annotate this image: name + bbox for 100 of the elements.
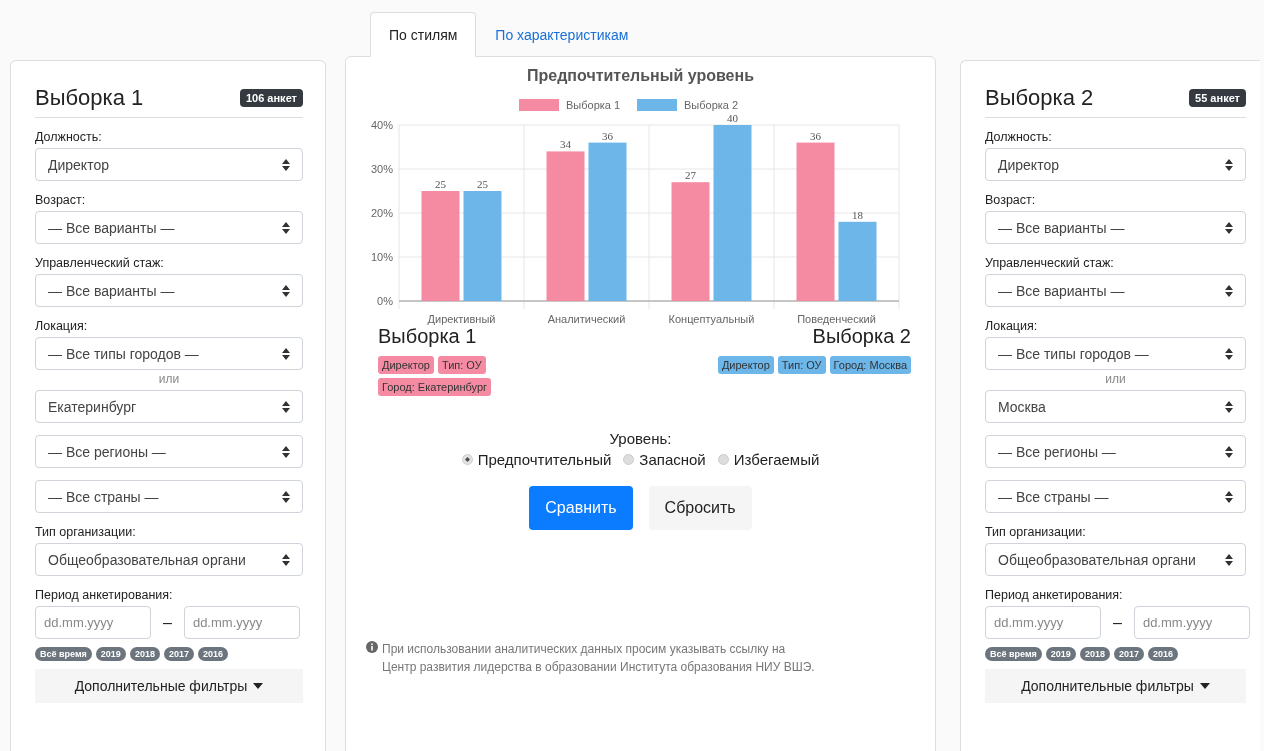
select-field[interactable]: Москва	[985, 390, 1246, 423]
sample-heading: Выборка 1	[378, 325, 478, 348]
panel-title: Выборка 2	[985, 85, 1094, 111]
updown-icon	[1225, 347, 1233, 360]
select-field[interactable]: — Все страны —	[985, 480, 1246, 513]
legend-label: Выборка 1	[566, 99, 621, 111]
date-field[interactable]: dd.mm.yyyy	[35, 606, 151, 639]
period-chip[interactable]: 2018	[1079, 647, 1110, 661]
updown-icon	[282, 553, 290, 566]
caret-icon	[253, 683, 264, 689]
field-label: Тип организации:	[35, 525, 137, 539]
filter-tag: Тип: ОУ	[777, 356, 826, 374]
count-badge: 55 анкет	[1189, 89, 1246, 107]
data-label: 18	[852, 208, 863, 221]
period-chip[interactable]: Всё время	[985, 647, 1042, 661]
select-field[interactable]: Общеобразовательная органи	[35, 543, 303, 576]
updown-icon	[1225, 284, 1233, 297]
select-field[interactable]: — Все типы городов —	[985, 337, 1246, 370]
reset-button[interactable]: Сбросить	[648, 486, 752, 530]
data-label: 25	[435, 178, 446, 190]
more-filters-button[interactable]: Дополнительные фильтры	[985, 669, 1246, 703]
radio-icon[interactable]	[717, 454, 729, 465]
more-filters-button[interactable]: Дополнительные фильтры	[35, 669, 303, 703]
field-label: Должность:	[35, 130, 103, 144]
updown-icon	[1225, 221, 1233, 234]
select-field[interactable]: — Все страны —	[35, 480, 303, 513]
data-label: 40	[727, 112, 738, 124]
level-label: Уровень:	[608, 430, 673, 447]
filter-tag: Тип: ОУ	[437, 356, 486, 374]
select-field[interactable]: — Все регионы —	[35, 435, 303, 468]
axis-label: 20%	[370, 207, 393, 219]
updown-icon	[1225, 400, 1233, 413]
radio-option[interactable]: Предпочтительный	[461, 451, 612, 468]
caret-icon	[1199, 683, 1210, 689]
select-field[interactable]: Директор	[985, 148, 1246, 181]
filter-tag: Директор	[717, 356, 774, 374]
data-label: 25	[477, 178, 488, 190]
citation-note: При использовании аналитических данных просим указывать ссылку на Центр развития лидерства в образовании Института образования НИУ ВШЭ.	[382, 641, 815, 676]
period-chip[interactable]: 2016	[1147, 647, 1178, 661]
updown-icon	[282, 400, 290, 413]
select-field[interactable]: — Все типы городов —	[35, 337, 303, 370]
period-chip[interactable]: 2016	[197, 647, 228, 661]
updown-icon	[1225, 158, 1233, 171]
select-field[interactable]: — Все варианты —	[985, 274, 1246, 307]
field-label: Управленческий стаж:	[985, 256, 1115, 270]
data-label: 36	[810, 129, 821, 142]
panel-title: Выборка 1	[35, 85, 144, 111]
updown-icon	[1225, 445, 1233, 458]
field-label: Тип организации:	[985, 525, 1087, 539]
period-chip[interactable]: 2017	[163, 647, 194, 661]
select-field[interactable]: Общеобразовательная органи	[985, 543, 1246, 576]
select-field[interactable]: — Все регионы —	[985, 435, 1246, 468]
period-chip[interactable]: 2018	[129, 647, 160, 661]
axis-label: 0%	[377, 295, 393, 307]
updown-icon	[1225, 490, 1233, 503]
field-label: Период анкетирования:	[985, 588, 1124, 602]
updown-icon	[282, 445, 290, 458]
date-field[interactable]: dd.mm.yyyy	[985, 606, 1101, 639]
info-icon	[366, 641, 378, 653]
radio-icon[interactable]	[623, 454, 635, 465]
updown-icon	[282, 284, 290, 297]
sample-heading: Выборка 2	[812, 325, 911, 348]
axis-label: 40%	[370, 119, 393, 131]
updown-icon	[282, 221, 290, 234]
field-label: Должность:	[985, 130, 1053, 144]
period-chip[interactable]: 2019	[95, 647, 126, 661]
radio-option[interactable]: Избегаемый	[717, 451, 820, 468]
radio-option[interactable]: Запасной	[623, 451, 706, 468]
field-label: Локация:	[35, 319, 89, 333]
category-label: Аналитический	[547, 313, 626, 325]
date-field[interactable]: dd.mm.yyyy	[183, 606, 300, 639]
select-field[interactable]: — Все варианты —	[35, 211, 303, 244]
select-field[interactable]: Директор	[35, 148, 303, 181]
compare-button[interactable]: Сравнить	[529, 486, 633, 530]
tab[interactable]: По стилям	[370, 12, 477, 57]
legend-label: Выборка 2	[684, 99, 739, 111]
updown-icon	[282, 490, 290, 503]
select-field[interactable]: Екатеринбург	[35, 390, 303, 423]
period-chip[interactable]: Всё время	[35, 647, 92, 661]
data-label: 27	[685, 169, 696, 182]
select-field[interactable]: — Все варианты —	[985, 211, 1246, 244]
field-label: Возраст:	[985, 193, 1037, 207]
field-label: Локация:	[985, 319, 1039, 333]
data-label: 34	[560, 138, 571, 151]
select-field[interactable]: — Все варианты —	[35, 274, 303, 307]
category-label: Поведенческий	[797, 313, 876, 325]
data-label: 36	[602, 129, 613, 142]
field-label: Управленческий стаж:	[35, 256, 165, 270]
filter-tag: Город: Москва	[829, 356, 911, 374]
date-field[interactable]: dd.mm.yyyy	[1133, 606, 1250, 639]
tab[interactable]: По характеристикам	[476, 12, 648, 57]
category-label: Директивный	[427, 313, 496, 325]
field-label: Период анкетирования:	[35, 588, 174, 602]
period-chip[interactable]: 2017	[1113, 647, 1144, 661]
or-separator: или	[1104, 372, 1127, 386]
period-chip[interactable]: 2019	[1045, 647, 1076, 661]
radio-icon[interactable]	[461, 454, 473, 465]
updown-icon	[282, 347, 290, 360]
updown-icon	[282, 158, 290, 171]
range-dash: –	[1113, 613, 1122, 632]
